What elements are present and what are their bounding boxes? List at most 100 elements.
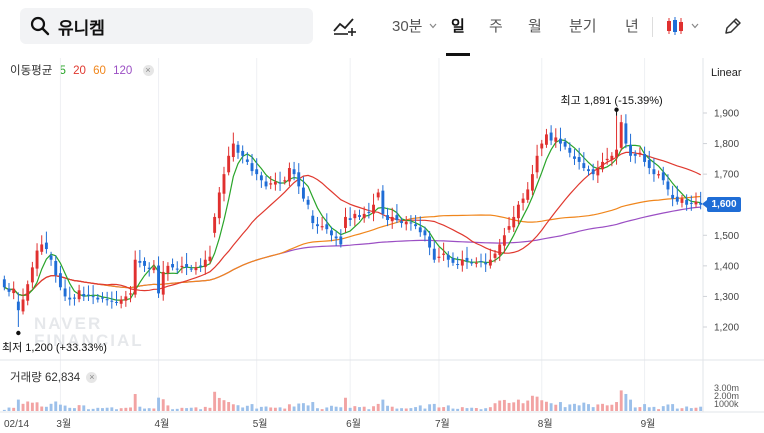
volume-bar [638,407,642,411]
candle-body [245,159,249,162]
candle-body [264,181,268,187]
candle-body [189,268,193,270]
tab-month[interactable]: 월 [528,15,542,36]
price-tick-label: 1,200 [714,323,739,334]
candle-body [591,169,595,175]
candle-body [418,227,422,233]
volume-bar [7,407,11,411]
volume-bar [442,407,446,411]
chart-type-button[interactable] [664,12,700,40]
candle-body [241,150,245,156]
svg-text:NAVER: NAVER [34,314,102,333]
candle-body [124,296,128,301]
volume-bar [358,407,361,411]
candle-body [96,297,100,300]
candle-body [390,216,394,222]
volume-bar [231,404,235,411]
candle-body [72,297,76,299]
volume-bar [465,408,469,411]
volume-bar [35,402,39,411]
volume-bar [72,408,76,411]
volume-bar [273,407,277,411]
naver-financial-watermark: NAVER FINANCIAL [34,314,142,350]
candle-body [30,267,34,283]
candle-body [521,198,525,203]
volume-bar [68,407,72,411]
close-icon[interactable]: × [142,65,154,76]
volume-bar [629,399,633,411]
candle-body [129,293,132,295]
tab-30min-label: 30분 [392,18,423,35]
volume-bar [535,396,539,411]
volume-bar [404,408,408,411]
search-query: 유니켐 [58,18,105,38]
volume-bar [390,406,394,411]
candle-body [610,155,614,161]
volume-bar [96,407,100,411]
volume-bar [451,408,455,411]
volume-bar [568,404,572,411]
scale-type-selector[interactable]: Linear [711,67,742,79]
volume-bar [544,401,548,411]
volume-bar [643,404,647,411]
volume-bar [460,407,464,411]
volume-bar [115,409,118,411]
candle-body [559,138,562,144]
volume-bar [573,403,576,411]
candle-body [554,137,558,142]
candle-body [629,144,633,156]
tab-week[interactable]: 주 [489,15,503,36]
stock-search-box[interactable]: 유니켐 [20,8,313,44]
chart-grid [0,58,764,413]
volume-bar [666,404,670,411]
volume-bar [129,407,132,411]
candle-body [40,244,44,252]
candle-body [133,259,137,295]
volume-bar [194,407,198,411]
candle-body [414,224,418,227]
volume-bar [157,397,161,411]
volume-bar [699,406,703,411]
candle-body [152,267,156,271]
candle-body [316,224,319,227]
candle-body [301,187,305,199]
volume-bar [619,390,623,411]
candle-body [236,144,240,153]
volume-bar [512,402,516,411]
volume-bar [409,408,413,411]
candle-body [77,290,81,300]
volume-bar [287,404,291,411]
candle-body [446,254,450,260]
close-icon[interactable]: × [86,372,98,383]
volume-bar [316,408,319,411]
candle-body [138,260,142,263]
candle-body [526,189,530,200]
tab-30min[interactable]: 30분 [392,15,437,36]
volume-bar [44,406,48,411]
candle-body [213,216,217,233]
volume-bar [105,407,109,411]
drawing-tool-button[interactable] [720,12,746,40]
volume-bar [474,408,478,411]
time-tick-label: 9월 [641,418,656,430]
candle-body [87,294,90,296]
volume-bar [484,408,488,411]
candle-body [488,259,492,266]
volume-bar [297,403,301,411]
ma120-legend: 120 [113,65,133,77]
candle-body [54,260,58,276]
price-axis: 1,900 1,800 1,700 1,600 1,500 1,400 1,300 1,200 [703,109,739,334]
search-icon[interactable] [30,16,50,36]
volume-bar [615,402,618,411]
candle-body [465,257,469,262]
tab-day[interactable]: 일 [451,15,465,36]
candle-body [568,147,572,153]
tab-year[interactable]: 년 [625,15,639,36]
candle-body [250,163,254,172]
candle-body [325,224,329,230]
volume-bar [124,407,128,411]
candle-body [647,160,651,169]
volume-bar [339,407,343,411]
compare-chart-button[interactable] [330,12,360,40]
tab-quarter[interactable]: 분기 [569,15,597,36]
